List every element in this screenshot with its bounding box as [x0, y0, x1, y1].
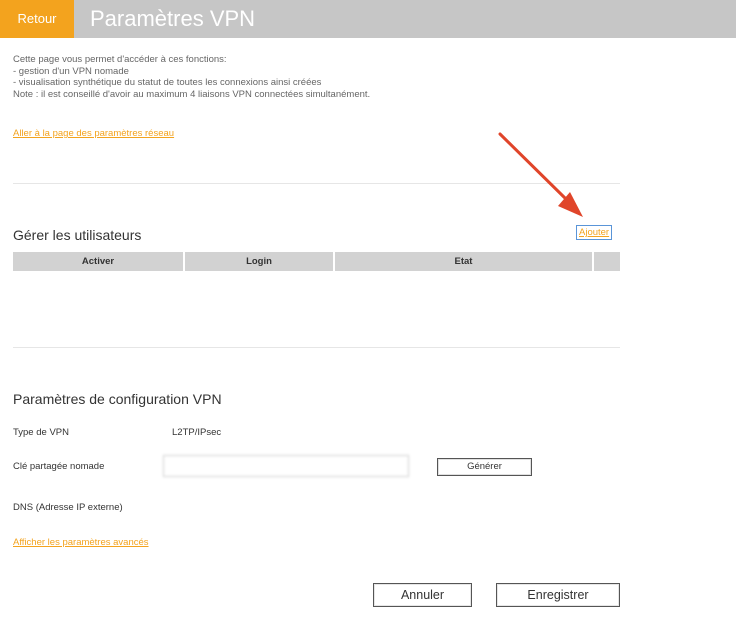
annotation-arrow [498, 132, 583, 217]
